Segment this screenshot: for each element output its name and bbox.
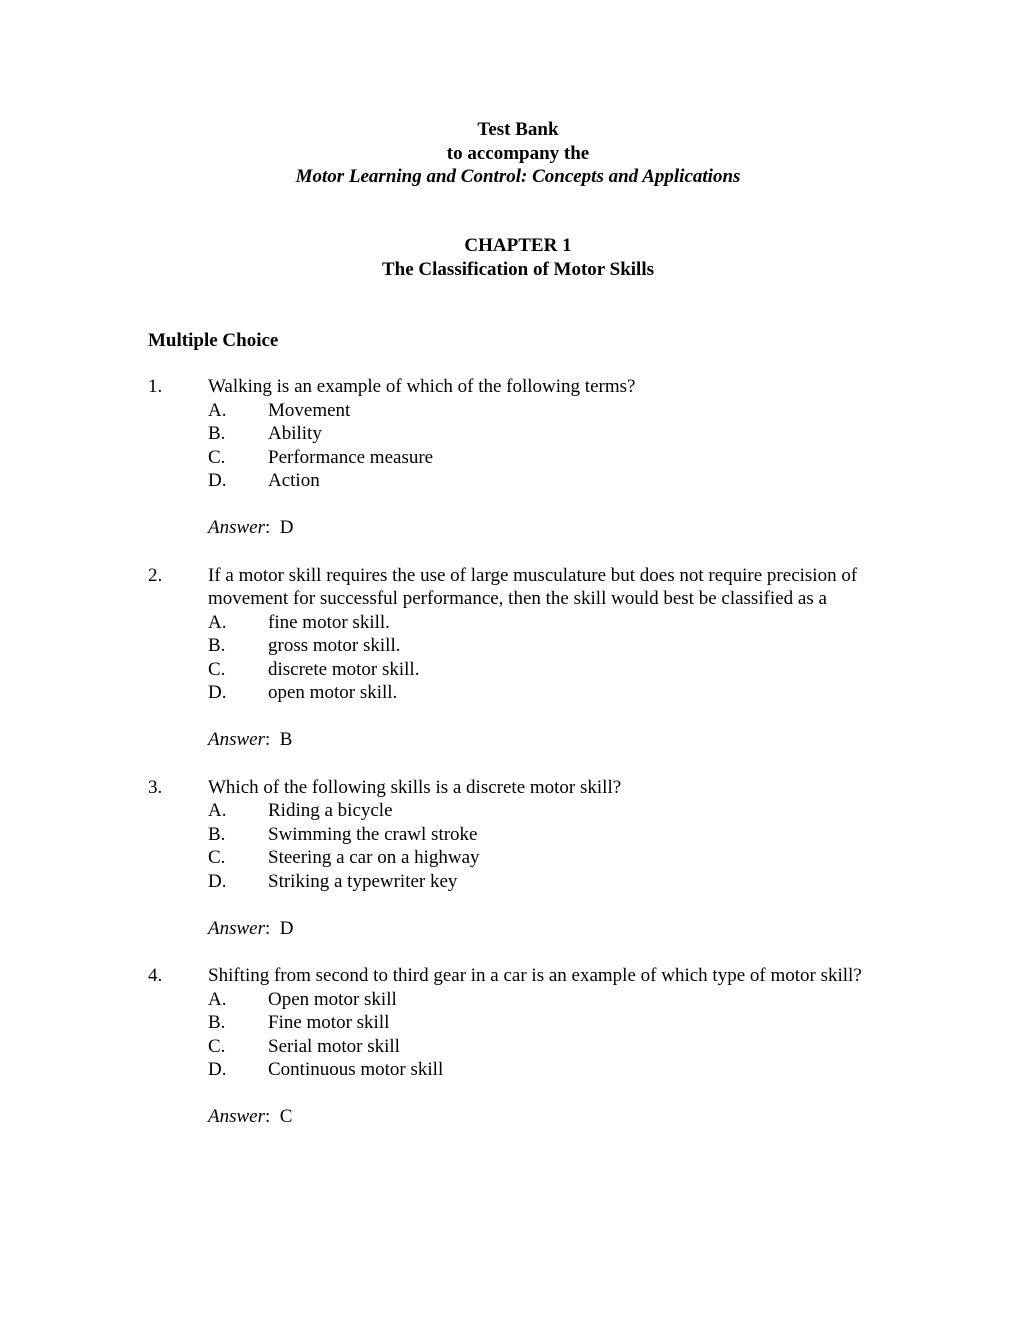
answer-separator: : xyxy=(265,1106,271,1127)
question-number: 2. xyxy=(148,564,163,586)
option-item[interactable]: D. Action xyxy=(148,469,888,493)
option-list: A. fine motor skill. B. gross motor skill. C… xyxy=(148,611,888,705)
option-text: Swimming the crawl stroke xyxy=(268,823,478,845)
question-item: 2. If a motor skill requires the use of l… xyxy=(148,564,888,752)
question-list: 1. Walking is an example of which of the … xyxy=(148,375,888,1153)
option-text: Movement xyxy=(268,399,351,421)
option-item[interactable]: D. Striking a typewriter key xyxy=(148,870,888,894)
question-item: 4. Shifting from second to third gear in … xyxy=(148,964,888,1129)
question-stem: 2. If a motor skill requires the use of l… xyxy=(148,564,888,611)
answer-label: Answer xyxy=(208,729,265,750)
answer-separator: : xyxy=(265,517,271,538)
option-text: Fine motor skill xyxy=(268,1012,390,1033)
question-stem-text: Shifting from second to third gear in a … xyxy=(208,965,862,986)
option-text: Action xyxy=(268,470,320,491)
question-stem-text: If a motor skill requires the use of lar… xyxy=(208,564,858,610)
option-item[interactable]: C. discrete motor skill. xyxy=(148,658,888,682)
option-letter: C. xyxy=(208,446,226,468)
option-text: open motor skill. xyxy=(268,682,398,703)
question-item: 3. Which of the following skills is a dis… xyxy=(148,776,888,941)
option-item[interactable]: C. Performance measure xyxy=(148,446,888,470)
option-list: A. Open motor skill B. Fine motor skill C. Se… xyxy=(148,988,888,1082)
option-item[interactable]: B. gross motor skill. xyxy=(148,634,888,658)
question-stem: 1. Walking is an example of which of the … xyxy=(148,375,888,399)
question-stem: 4. Shifting from second to third gear in … xyxy=(148,964,888,988)
answer-label: Answer xyxy=(208,917,265,939)
option-letter: A. xyxy=(208,611,227,633)
option-item[interactable]: B. Ability xyxy=(148,422,888,446)
title-line-book-title: Motor Learning and Control: Concepts and… xyxy=(295,166,741,187)
chapter-number-heading: CHAPTER 1 xyxy=(464,235,572,256)
answer-line: Answer: C xyxy=(148,1105,888,1129)
option-letter: A. xyxy=(208,399,227,421)
option-text: gross motor skill. xyxy=(268,635,401,656)
document-page: Test Bank to accompany the Motor Learnin… xyxy=(0,0,1020,1320)
question-stem: 3. Which of the following skills is a dis… xyxy=(148,776,888,800)
option-letter: B. xyxy=(208,823,226,845)
option-item[interactable]: A. Open motor skill xyxy=(148,988,888,1012)
answer-label: Answer xyxy=(208,1106,265,1127)
answer-separator: : xyxy=(265,917,271,939)
option-letter: B. xyxy=(208,635,226,656)
option-item[interactable]: D. open motor skill. xyxy=(148,681,888,705)
section-heading-multiple-choice: Multiple Choice xyxy=(148,330,279,351)
option-letter: C. xyxy=(208,847,226,868)
option-text: Serial motor skill xyxy=(268,1035,400,1057)
option-letter: D. xyxy=(208,870,227,892)
question-stem-text: Walking is an example of which of the fo… xyxy=(208,376,636,397)
option-item[interactable]: B. Fine motor skill xyxy=(148,1011,888,1035)
answer-line: Answer: D xyxy=(148,516,888,540)
option-letter: D. xyxy=(208,470,227,491)
option-text: Performance measure xyxy=(268,446,434,468)
option-text: discrete motor skill. xyxy=(268,658,420,680)
answer-separator: : xyxy=(265,729,271,750)
chapter-title-heading: The Classification of Motor Skills xyxy=(382,258,654,280)
option-text: Ability xyxy=(268,423,322,444)
option-letter: B. xyxy=(208,423,226,444)
option-letter: A. xyxy=(208,988,227,1010)
option-letter: B. xyxy=(208,1012,226,1033)
answer-value: C xyxy=(279,1106,293,1127)
answer-value: D xyxy=(279,517,294,538)
option-item[interactable]: A. fine motor skill. xyxy=(148,611,888,635)
title-line-to-accompany: to accompany the xyxy=(446,142,590,164)
answer-label: Answer xyxy=(208,517,265,538)
answer-value: D xyxy=(279,917,294,939)
option-item[interactable]: C. Steering a car on a highway xyxy=(148,846,888,870)
option-text: fine motor skill. xyxy=(268,611,390,633)
answer-line: Answer: B xyxy=(148,728,888,752)
option-text: Riding a bicycle xyxy=(268,800,393,821)
option-text: Steering a car on a highway xyxy=(268,847,480,868)
option-text: Continuous motor skill xyxy=(268,1059,444,1080)
answer-line: Answer: D xyxy=(148,917,888,941)
answer-value: B xyxy=(279,729,293,750)
option-item[interactable]: A. Movement xyxy=(148,399,888,423)
option-text: Striking a typewriter key xyxy=(268,870,458,892)
option-letter: A. xyxy=(208,800,227,821)
option-letter: C. xyxy=(208,1035,226,1057)
option-item[interactable]: A. Riding a bicycle xyxy=(148,799,888,823)
option-item[interactable]: C. Serial motor skill xyxy=(148,1035,888,1059)
option-item[interactable]: B. Swimming the crawl stroke xyxy=(148,823,888,847)
question-number: 4. xyxy=(148,965,163,986)
question-number: 1. xyxy=(148,376,163,397)
option-text: Open motor skill xyxy=(268,988,397,1010)
option-letter: D. xyxy=(208,1059,227,1080)
option-letter: D. xyxy=(208,682,227,703)
question-item: 1. Walking is an example of which of the … xyxy=(148,375,888,540)
title-line-test-bank: Test Bank xyxy=(477,119,559,140)
title-block: Test Bank to accompany the Motor Learnin… xyxy=(148,118,888,189)
chapter-block: CHAPTER 1 The Classification of Motor Sk… xyxy=(148,234,888,281)
option-list: A. Movement B. Ability C. Performance measure… xyxy=(148,399,888,493)
option-list: A. Riding a bicycle B. Swimming the crawl s… xyxy=(148,799,888,893)
option-item[interactable]: D. Continuous motor skill xyxy=(148,1058,888,1082)
question-number: 3. xyxy=(148,776,163,798)
question-stem-text: Which of the following skills is a discr… xyxy=(208,776,622,798)
option-letter: C. xyxy=(208,658,226,680)
